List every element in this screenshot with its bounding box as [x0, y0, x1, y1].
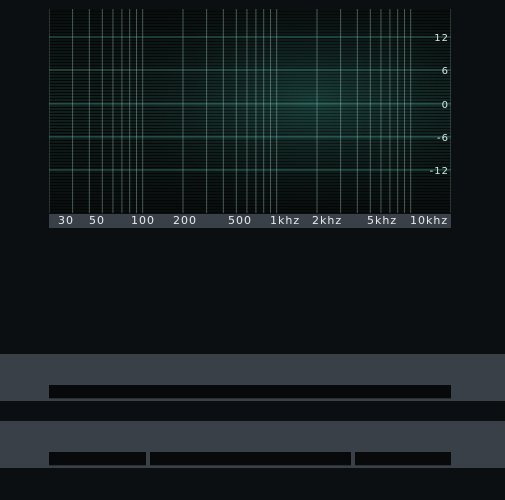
slot-right[interactable]	[355, 452, 451, 466]
db-label-0: 0	[441, 100, 449, 111]
frequency-axis: 30 50 100 200 500 1khz 2khz 5khz 10khz	[49, 214, 451, 228]
control-panel-1	[0, 354, 505, 401]
db-label-minus-12: -12	[429, 166, 449, 177]
eq-frequency-display[interactable]: 12 6 0 -6 -12	[49, 9, 451, 213]
slot-wide[interactable]	[49, 385, 451, 399]
freq-label-2khz: 2khz	[312, 214, 343, 227]
slot-left[interactable]	[49, 452, 146, 466]
slot-middle[interactable]	[150, 452, 351, 466]
db-label-minus-6: -6	[437, 133, 449, 144]
freq-label-1khz: 1khz	[270, 214, 301, 227]
freq-label-500: 500	[228, 214, 252, 227]
db-label-12: 12	[434, 33, 449, 44]
freq-label-30: 30	[58, 214, 74, 227]
freq-label-200: 200	[173, 214, 197, 227]
freq-label-10khz: 10khz	[410, 214, 449, 227]
eq-grid	[49, 9, 451, 213]
control-panel-2	[0, 421, 505, 468]
freq-label-50: 50	[89, 214, 105, 227]
freq-label-100: 100	[131, 214, 155, 227]
freq-label-5khz: 5khz	[367, 214, 398, 227]
db-label-6: 6	[441, 66, 449, 77]
